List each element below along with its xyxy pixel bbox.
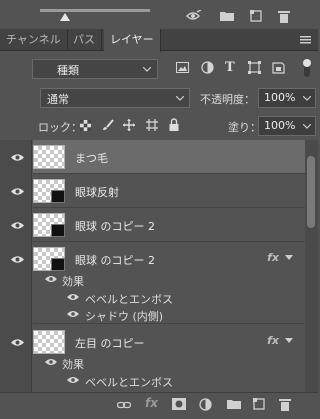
filter-row: 種類 T	[0, 52, 318, 84]
layer-row[interactable]: 眼球反射	[33, 174, 305, 208]
trash-icon[interactable]	[278, 10, 292, 23]
effect-item-bevel[interactable]: ベベルとエンボス	[67, 289, 267, 307]
layer-thumbnail	[33, 330, 65, 354]
layer-name: 眼球 のコピー 2	[75, 254, 155, 267]
scrollbar-thumb[interactable]	[307, 156, 315, 228]
tab-paths[interactable]: パス	[67, 29, 102, 51]
delete-layer-trash-icon[interactable]	[279, 398, 293, 412]
eye-icon[interactable]	[67, 376, 79, 384]
smart-object-badge-icon	[51, 258, 65, 271]
layer-name: 眼球 のコピー 2	[75, 220, 155, 233]
effect-name: シャドウ (内側)	[85, 310, 164, 323]
smart-object-badge-icon	[51, 224, 65, 237]
new-layer-icon[interactable]	[253, 398, 267, 412]
collapse-effects-caret-icon[interactable]	[285, 255, 293, 260]
opacity-field[interactable]: 100%	[258, 88, 316, 108]
chevron-down-icon	[143, 67, 151, 72]
lock-position-move-icon[interactable]	[123, 119, 135, 131]
lock-transparent-icon[interactable]	[80, 120, 91, 131]
shape-filter-icon[interactable]	[248, 61, 261, 74]
lock-pixels-brush-icon[interactable]	[102, 119, 114, 131]
panel-menu-icon[interactable]	[300, 36, 311, 44]
top-strip	[0, 0, 318, 28]
lock-all-icon[interactable]	[169, 118, 179, 131]
blend-row: 通常 不透明度： 100%	[0, 85, 318, 111]
layer-thumbnail	[33, 145, 65, 169]
new-group-folder-icon[interactable]	[227, 398, 241, 412]
smart-object-badge-icon	[51, 190, 65, 203]
bottom-toolbar	[0, 392, 318, 419]
effect-name: ベベルとエンボス	[85, 376, 173, 389]
layer-name: 左目 のコピー	[75, 337, 145, 350]
adjustment-filter-icon[interactable]	[201, 61, 214, 74]
fill-label: 塗り：	[228, 121, 261, 134]
smart-object-filter-icon[interactable]	[272, 61, 285, 74]
type-filter-icon[interactable]: T	[225, 60, 238, 75]
layer-name: まつ毛	[75, 152, 108, 165]
chevron-down-icon[interactable]	[303, 96, 311, 101]
add-mask-icon[interactable]	[172, 398, 186, 412]
layer-row[interactable]: 左目 のコピー fx 効果 ベベルとエンボス	[33, 325, 305, 395]
layer-row[interactable]: 眼球 のコピー 2	[33, 208, 305, 242]
eye-icon[interactable]	[11, 221, 24, 230]
eye-icon[interactable]	[45, 275, 57, 283]
chevron-down-icon[interactable]	[303, 124, 311, 129]
adjustment-layer-icon[interactable]	[199, 398, 213, 412]
effect-name: ベベルとエンボス	[85, 293, 173, 306]
panel-tab-bar: チャンネル パス レイヤー	[0, 29, 318, 52]
opacity-value: 100%	[264, 91, 296, 104]
filter-kind-label: 種類	[57, 64, 79, 77]
eye-icon[interactable]	[45, 358, 57, 366]
layer-list: まつ毛 眼球反射 眼球 のコピー 2 眼球 のコピー 2 fx 効果 ベベルとエ…	[33, 140, 305, 392]
fx-icon: fx	[267, 334, 279, 347]
opacity-label: 不透明度：	[200, 93, 255, 106]
layer-name: 眼球反射	[75, 186, 119, 199]
folder-icon[interactable]	[220, 10, 234, 22]
filter-toggle-switch[interactable]	[302, 57, 312, 79]
effects-group[interactable]: 効果	[45, 354, 245, 372]
filter-kind-select[interactable]: 種類	[32, 59, 158, 79]
eye-brush-icon[interactable]	[186, 10, 202, 22]
effects-label: 効果	[62, 358, 84, 371]
effect-item-inner-shadow[interactable]: シャドウ (内側)	[67, 306, 267, 324]
tab-layers[interactable]: レイヤー	[104, 29, 161, 52]
lock-row: ロック： 塗り： 100%	[0, 113, 318, 139]
add-layer-style-fx-icon[interactable]: fx	[145, 396, 159, 410]
layer-row[interactable]: まつ毛	[33, 140, 305, 174]
tab-channels[interactable]: チャンネル	[0, 29, 68, 51]
fill-value: 100%	[264, 119, 296, 132]
new-item-icon[interactable]	[250, 10, 264, 22]
eye-icon[interactable]	[11, 255, 24, 264]
eye-icon[interactable]	[67, 293, 79, 301]
pixel-filter-icon[interactable]	[176, 61, 189, 74]
layer-row[interactable]: 眼球 のコピー 2 fx 効果 ベベルとエンボス シャドウ (内側)	[33, 242, 305, 324]
eye-icon[interactable]	[67, 310, 79, 318]
fill-field[interactable]: 100%	[258, 116, 316, 136]
blend-mode-select[interactable]: 通常	[40, 88, 190, 108]
eye-icon[interactable]	[11, 338, 24, 347]
lock-artboard-icon[interactable]	[146, 119, 158, 131]
collapse-effects-caret-icon[interactable]	[285, 338, 293, 343]
visibility-column	[0, 140, 32, 392]
effect-item-bevel[interactable]: ベベルとエンボス	[67, 372, 267, 390]
fx-icon: fx	[267, 251, 279, 264]
slider-thumb[interactable]	[60, 13, 70, 21]
chevron-down-icon	[176, 96, 184, 101]
eye-icon[interactable]	[11, 187, 24, 196]
blend-mode-label: 通常	[47, 93, 69, 106]
effects-label: 効果	[62, 275, 84, 288]
lock-label: ロック：	[38, 121, 82, 134]
effects-group[interactable]: 効果	[45, 271, 245, 289]
eye-icon[interactable]	[11, 153, 24, 162]
link-layers-icon[interactable]	[117, 398, 131, 412]
slider-track[interactable]	[40, 9, 150, 12]
